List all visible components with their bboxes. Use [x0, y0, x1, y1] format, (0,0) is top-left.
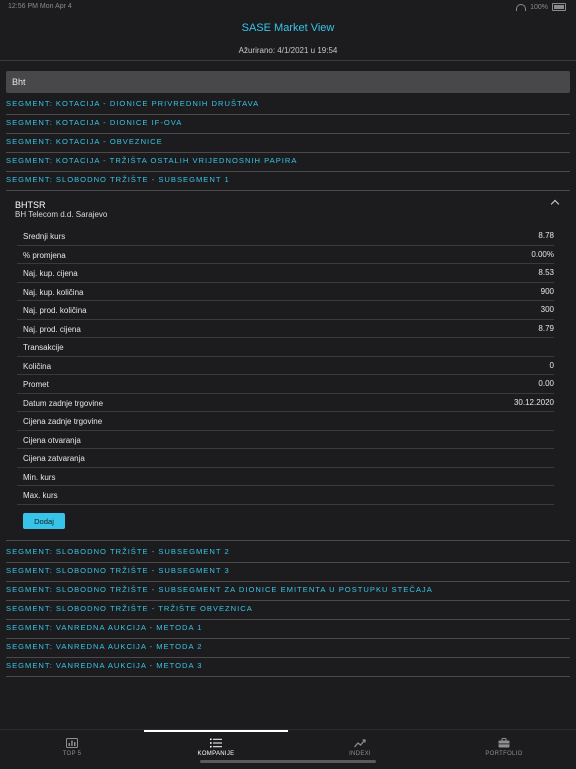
home-indicator: [200, 760, 376, 763]
detail-row: Min. kurs: [17, 468, 554, 486]
detail-row: Naj. kup. cijena 8.53: [17, 264, 554, 283]
segment-label: SEGMENT: VANREDNA AUKCIJA - METODA 1: [6, 623, 203, 632]
tab-portfolio[interactable]: PORTFOLIO: [432, 730, 576, 769]
tab-top5[interactable]: TOP 5: [0, 730, 144, 769]
segment-label: SEGMENT: VANREDNA AUKCIJA - METODA 3: [6, 661, 203, 670]
detail-row: Srednji kurs 8.78: [17, 227, 554, 246]
segment-label: SEGMENT: VANREDNA AUKCIJA - METODA 2: [6, 642, 203, 651]
segment-label: SEGMENT: KOTACIJA - OBVEZNICE: [6, 137, 163, 146]
detail-value: 900: [540, 286, 554, 296]
segment-label: SEGMENT: SLOBODNO TRŽIŠTE - TRŽIŠTE OBVE…: [6, 604, 253, 613]
detail-row: Cijena otvaranja: [17, 431, 554, 449]
segment-header[interactable]: SEGMENT: SLOBODNO TRŽIŠTE - SUBSEGMENT 3: [6, 564, 570, 582]
detail-label: Naj. kup. cijena: [23, 269, 78, 278]
segment-label: SEGMENT: KOTACIJA - DIONICE PRIVREDNIH D…: [6, 99, 260, 108]
segment-label: SEGMENT: SLOBODNO TRŽIŠTE - SUBSEGMENT Z…: [6, 585, 433, 594]
detail-row: Cijena zadnje trgovine: [17, 412, 554, 431]
detail-label: Količina: [23, 361, 52, 371]
segment-header[interactable]: SEGMENT: SLOBODNO TRŽIŠTE - TRŽIŠTE OBVE…: [6, 602, 570, 620]
detail-row: Naj. prod. količina 300: [17, 301, 554, 320]
detail-label: Max. kurs: [23, 491, 58, 500]
tab-label: INDEXI: [349, 751, 371, 757]
detail-row: Promet 0.00: [17, 375, 554, 394]
battery-icon: [552, 3, 566, 11]
battery-percent: 100%: [530, 3, 548, 11]
segment-header[interactable]: SEGMENT: SLOBODNO TRŽIŠTE - SUBSEGMENT 2: [6, 545, 570, 563]
company-ticker: BHTSR: [15, 200, 46, 210]
detail-label: Cijena zadnje trgovine: [23, 417, 103, 426]
last-updated: Ažurirano: 4/1/2021 u 19:54: [238, 46, 338, 55]
tab-kompanije[interactable]: KOMPANIJE: [144, 730, 288, 769]
detail-row: Naj. kup. količina 900: [17, 283, 554, 301]
detail-value: 300: [540, 305, 554, 314]
detail-label: Cijena zatvaranja: [23, 454, 85, 463]
segment-label: SEGMENT: SLOBODNO TRŽIŠTE - SUBSEGMENT 3: [6, 566, 230, 575]
tab-label: KOMPANIJE: [197, 751, 235, 757]
tab-bar: TOP 5 KOMPANIJE INDEXI PORTFOLIO: [0, 729, 576, 769]
status-time: 12:56 PM Mon Apr 4: [8, 3, 72, 10]
chevron-up-icon[interactable]: [550, 199, 560, 209]
wifi-icon: [516, 3, 527, 11]
detail-row: Cijena zatvaranja: [17, 449, 554, 468]
detail-row: Naj. prod. cijena 8.79: [17, 320, 554, 338]
company-name: BH Telecom d.d. Sarajevo: [15, 210, 108, 219]
detail-value: 0.00: [538, 379, 554, 388]
detail-row: Datum zadnje trgovine 30.12.2020: [17, 394, 554, 412]
detail-row: Količina 0: [17, 357, 554, 375]
segment-label: SEGMENT: KOTACIJA - TRŽIŠTA OSTALIH VRIJ…: [6, 156, 298, 165]
header-divider: [0, 60, 576, 61]
detail-row: Transakcije: [17, 338, 554, 357]
segment-label: SEGMENT: SLOBODNO TRŽIŠTE - SUBSEGMENT 2: [6, 547, 230, 556]
status-right: 100%: [516, 3, 566, 11]
bar-chart-icon: [66, 738, 78, 748]
segment-header[interactable]: SEGMENT: KOTACIJA - OBVEZNICE: [6, 135, 570, 153]
detail-value: 8.78: [538, 231, 554, 240]
segment-header[interactable]: SEGMENT: VANREDNA AUKCIJA - METODA 1: [6, 621, 570, 639]
detail-label: % promjena: [23, 250, 66, 260]
segment-header[interactable]: SEGMENT: SLOBODNO TRŽIŠTE - SUBSEGMENT 1: [6, 173, 570, 191]
detail-value: 8.53: [538, 268, 554, 277]
segment-label: SEGMENT: KOTACIJA - DIONICE IF-OVA: [6, 118, 183, 127]
segment-header[interactable]: SEGMENT: KOTACIJA - DIONICE PRIVREDNIH D…: [6, 97, 570, 115]
segment-header[interactable]: SEGMENT: VANREDNA AUKCIJA - METODA 3: [6, 659, 570, 677]
detail-label: Transakcije: [23, 343, 64, 352]
add-button[interactable]: Dodaj: [23, 513, 65, 529]
app-title: SASE Market View: [241, 22, 335, 34]
list-icon: [210, 738, 222, 748]
detail-label: Cijena otvaranja: [23, 435, 81, 445]
tab-indexi[interactable]: INDEXI: [288, 730, 432, 769]
detail-label: Naj. prod. količina: [23, 306, 87, 315]
segment-header[interactable]: SEGMENT: KOTACIJA - DIONICE IF-OVA: [6, 116, 570, 134]
detail-label: Min. kurs: [23, 472, 56, 482]
segment-header[interactable]: SEGMENT: SLOBODNO TRŽIŠTE - SUBSEGMENT Z…: [6, 583, 570, 601]
segment-header[interactable]: SEGMENT: VANREDNA AUKCIJA - METODA 2: [6, 640, 570, 658]
trend-line-icon: [354, 739, 366, 748]
detail-label: Srednji kurs: [23, 232, 66, 241]
detail-value: 0.00%: [531, 249, 554, 259]
briefcase-icon: [498, 738, 510, 748]
detail-label: Promet: [23, 380, 49, 389]
detail-label: Naj. kup. količina: [23, 287, 84, 297]
status-bar: 12:56 PM Mon Apr 4 100%: [0, 0, 576, 14]
segment-label: SEGMENT: SLOBODNO TRŽIŠTE - SUBSEGMENT 1: [6, 175, 230, 184]
detail-row: Max. kurs: [17, 486, 554, 505]
detail-label: Naj. prod. cijena: [23, 324, 81, 334]
detail-row: % promjena 0.00%: [17, 246, 554, 264]
tab-label: TOP 5: [62, 751, 82, 757]
segment-header[interactable]: SEGMENT: KOTACIJA - TRŽIŠTA OSTALIH VRIJ…: [6, 154, 570, 172]
detail-label: Datum zadnje trgovine: [23, 398, 104, 408]
search-input[interactable]: Bht: [6, 71, 570, 93]
tab-label: PORTFOLIO: [485, 751, 523, 757]
detail-value: 30.12.2020: [513, 397, 554, 407]
detail-value: 0: [549, 360, 554, 370]
detail-value: 8.79: [538, 323, 554, 333]
company-card: BHTSR BH Telecom d.d. Sarajevo Srednji k…: [6, 190, 570, 541]
